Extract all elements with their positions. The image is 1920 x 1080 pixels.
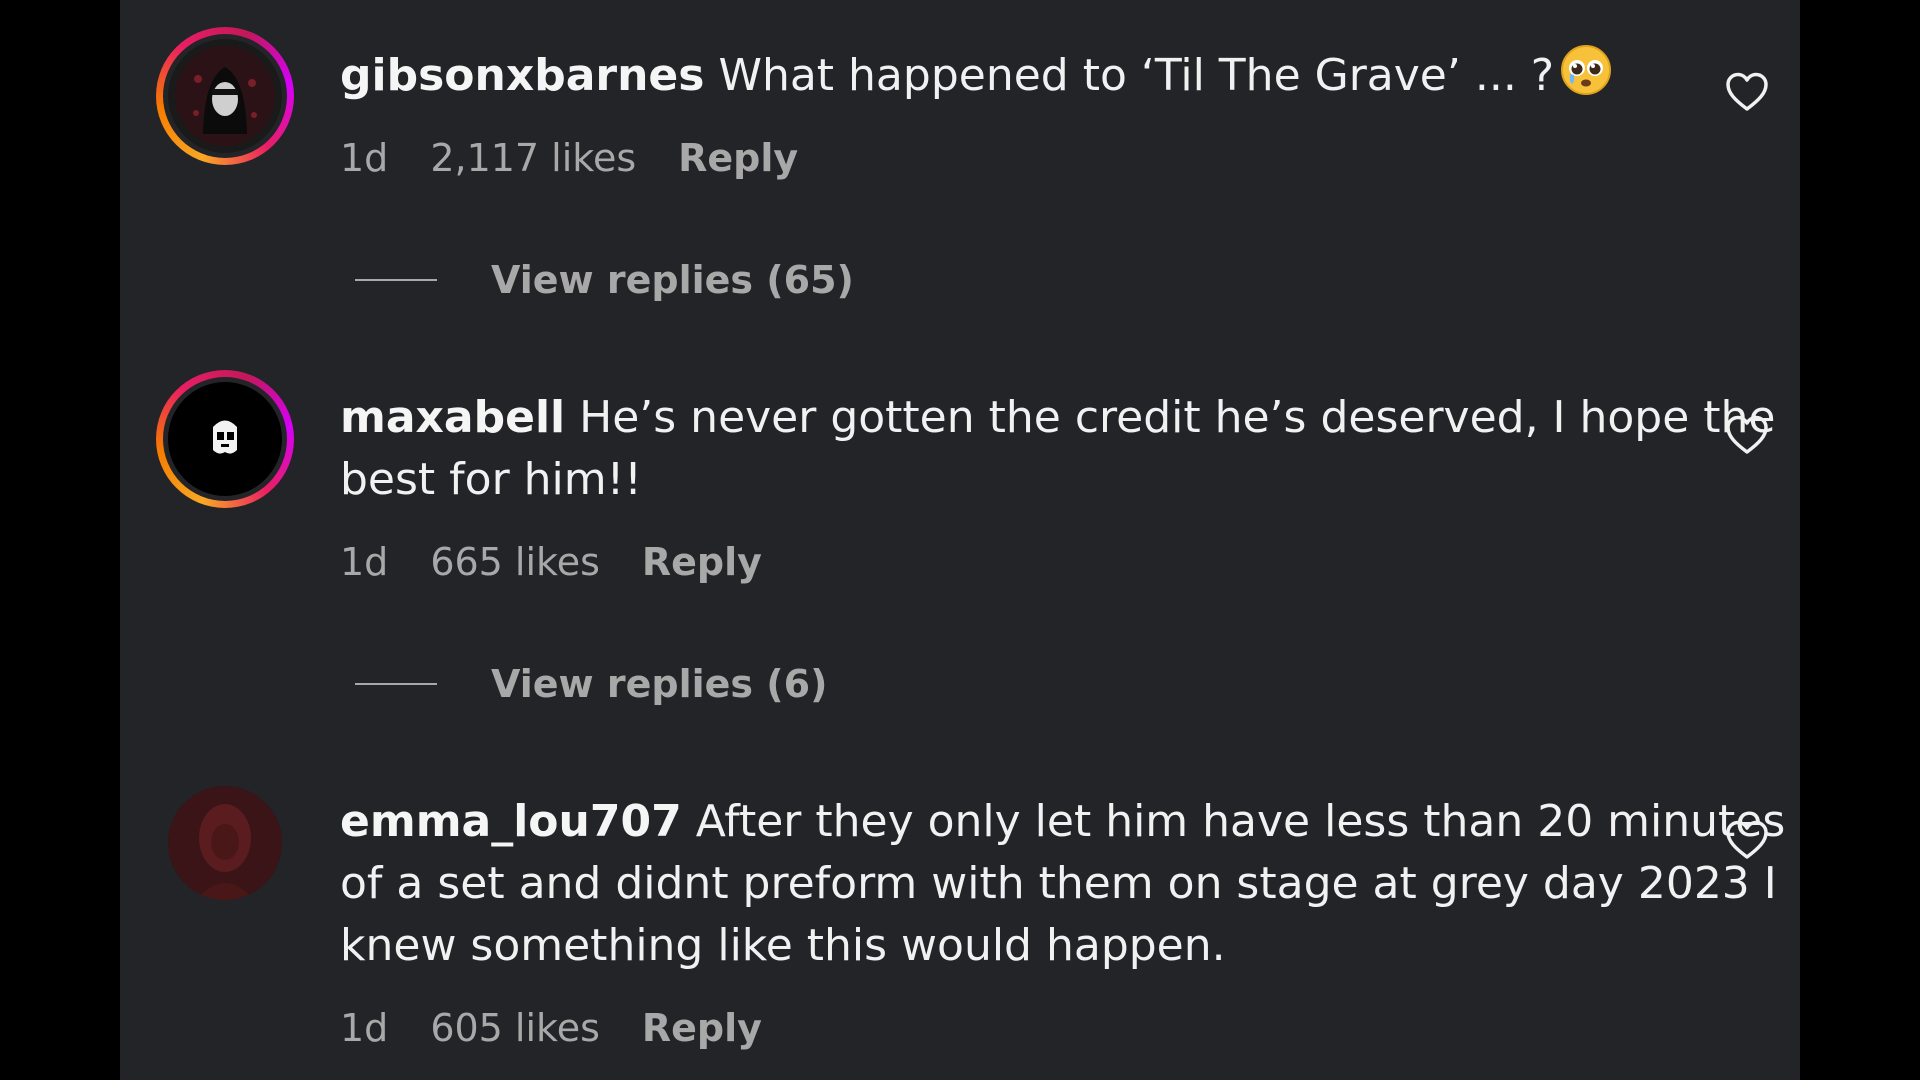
comment-time: 1d (340, 1006, 389, 1050)
comment-meta: 1d 665 likes Reply (340, 540, 762, 584)
avatar-image (168, 786, 282, 900)
heart-outline-icon[interactable] (1725, 72, 1769, 112)
view-replies-button[interactable]: View replies (65) (355, 258, 854, 302)
view-replies-label: View replies (6) (491, 662, 828, 706)
avatar-ring-gap (163, 34, 287, 158)
view-replies-divider (355, 279, 437, 281)
heart-outline-icon[interactable] (1725, 820, 1769, 860)
comment-time: 1d (340, 540, 389, 584)
avatar-image (168, 39, 282, 153)
comment-body: What happened to ‘Til The Grave’ ... ? (718, 50, 1555, 101)
heart-outline-icon[interactable] (1725, 415, 1769, 455)
avatar-portrait-image (168, 786, 282, 900)
avatar-image (168, 382, 282, 496)
reply-button[interactable]: Reply (642, 1006, 762, 1050)
comment-username[interactable]: emma_lou707 (340, 796, 682, 847)
view-replies-label: View replies (65) (491, 258, 854, 302)
comment-username[interactable]: maxabell (340, 392, 565, 443)
reply-button[interactable]: Reply (678, 136, 798, 180)
comment-likes[interactable]: 665 likes (430, 540, 600, 584)
comment-meta: 1d 2,117 likes Reply (340, 136, 798, 180)
avatar[interactable] (156, 774, 294, 912)
avatar-ring-gap (163, 377, 287, 501)
view-replies-divider (355, 683, 437, 685)
comment-text-block: maxabell He’s never gotten the credit he’… (340, 387, 1800, 511)
comment-username[interactable]: gibsonxbarnes (340, 50, 704, 101)
comment-likes[interactable]: 605 likes (430, 1006, 600, 1050)
comment-text-block: gibsonxbarnes What happened to ‘Til The G… (340, 44, 1800, 113)
view-replies-button[interactable]: View replies (6) (355, 662, 827, 706)
avatar[interactable] (156, 370, 294, 508)
pleading-face-emoji-icon (1560, 44, 1612, 113)
comments-panel: gibsonxbarnes What happened to ‘Til The G… (120, 0, 1800, 1080)
comment-likes[interactable]: 2,117 likes (430, 136, 636, 180)
reply-button[interactable]: Reply (642, 540, 762, 584)
comment-meta: 1d 605 likes Reply (340, 1006, 762, 1050)
comment-time: 1d (340, 136, 389, 180)
avatar-ghost-mask-image (168, 382, 282, 496)
avatar-hooded-figure-image (168, 39, 282, 153)
comment-text-block: emma_lou707 After they only let him have … (340, 791, 1800, 977)
avatar[interactable] (156, 27, 294, 165)
